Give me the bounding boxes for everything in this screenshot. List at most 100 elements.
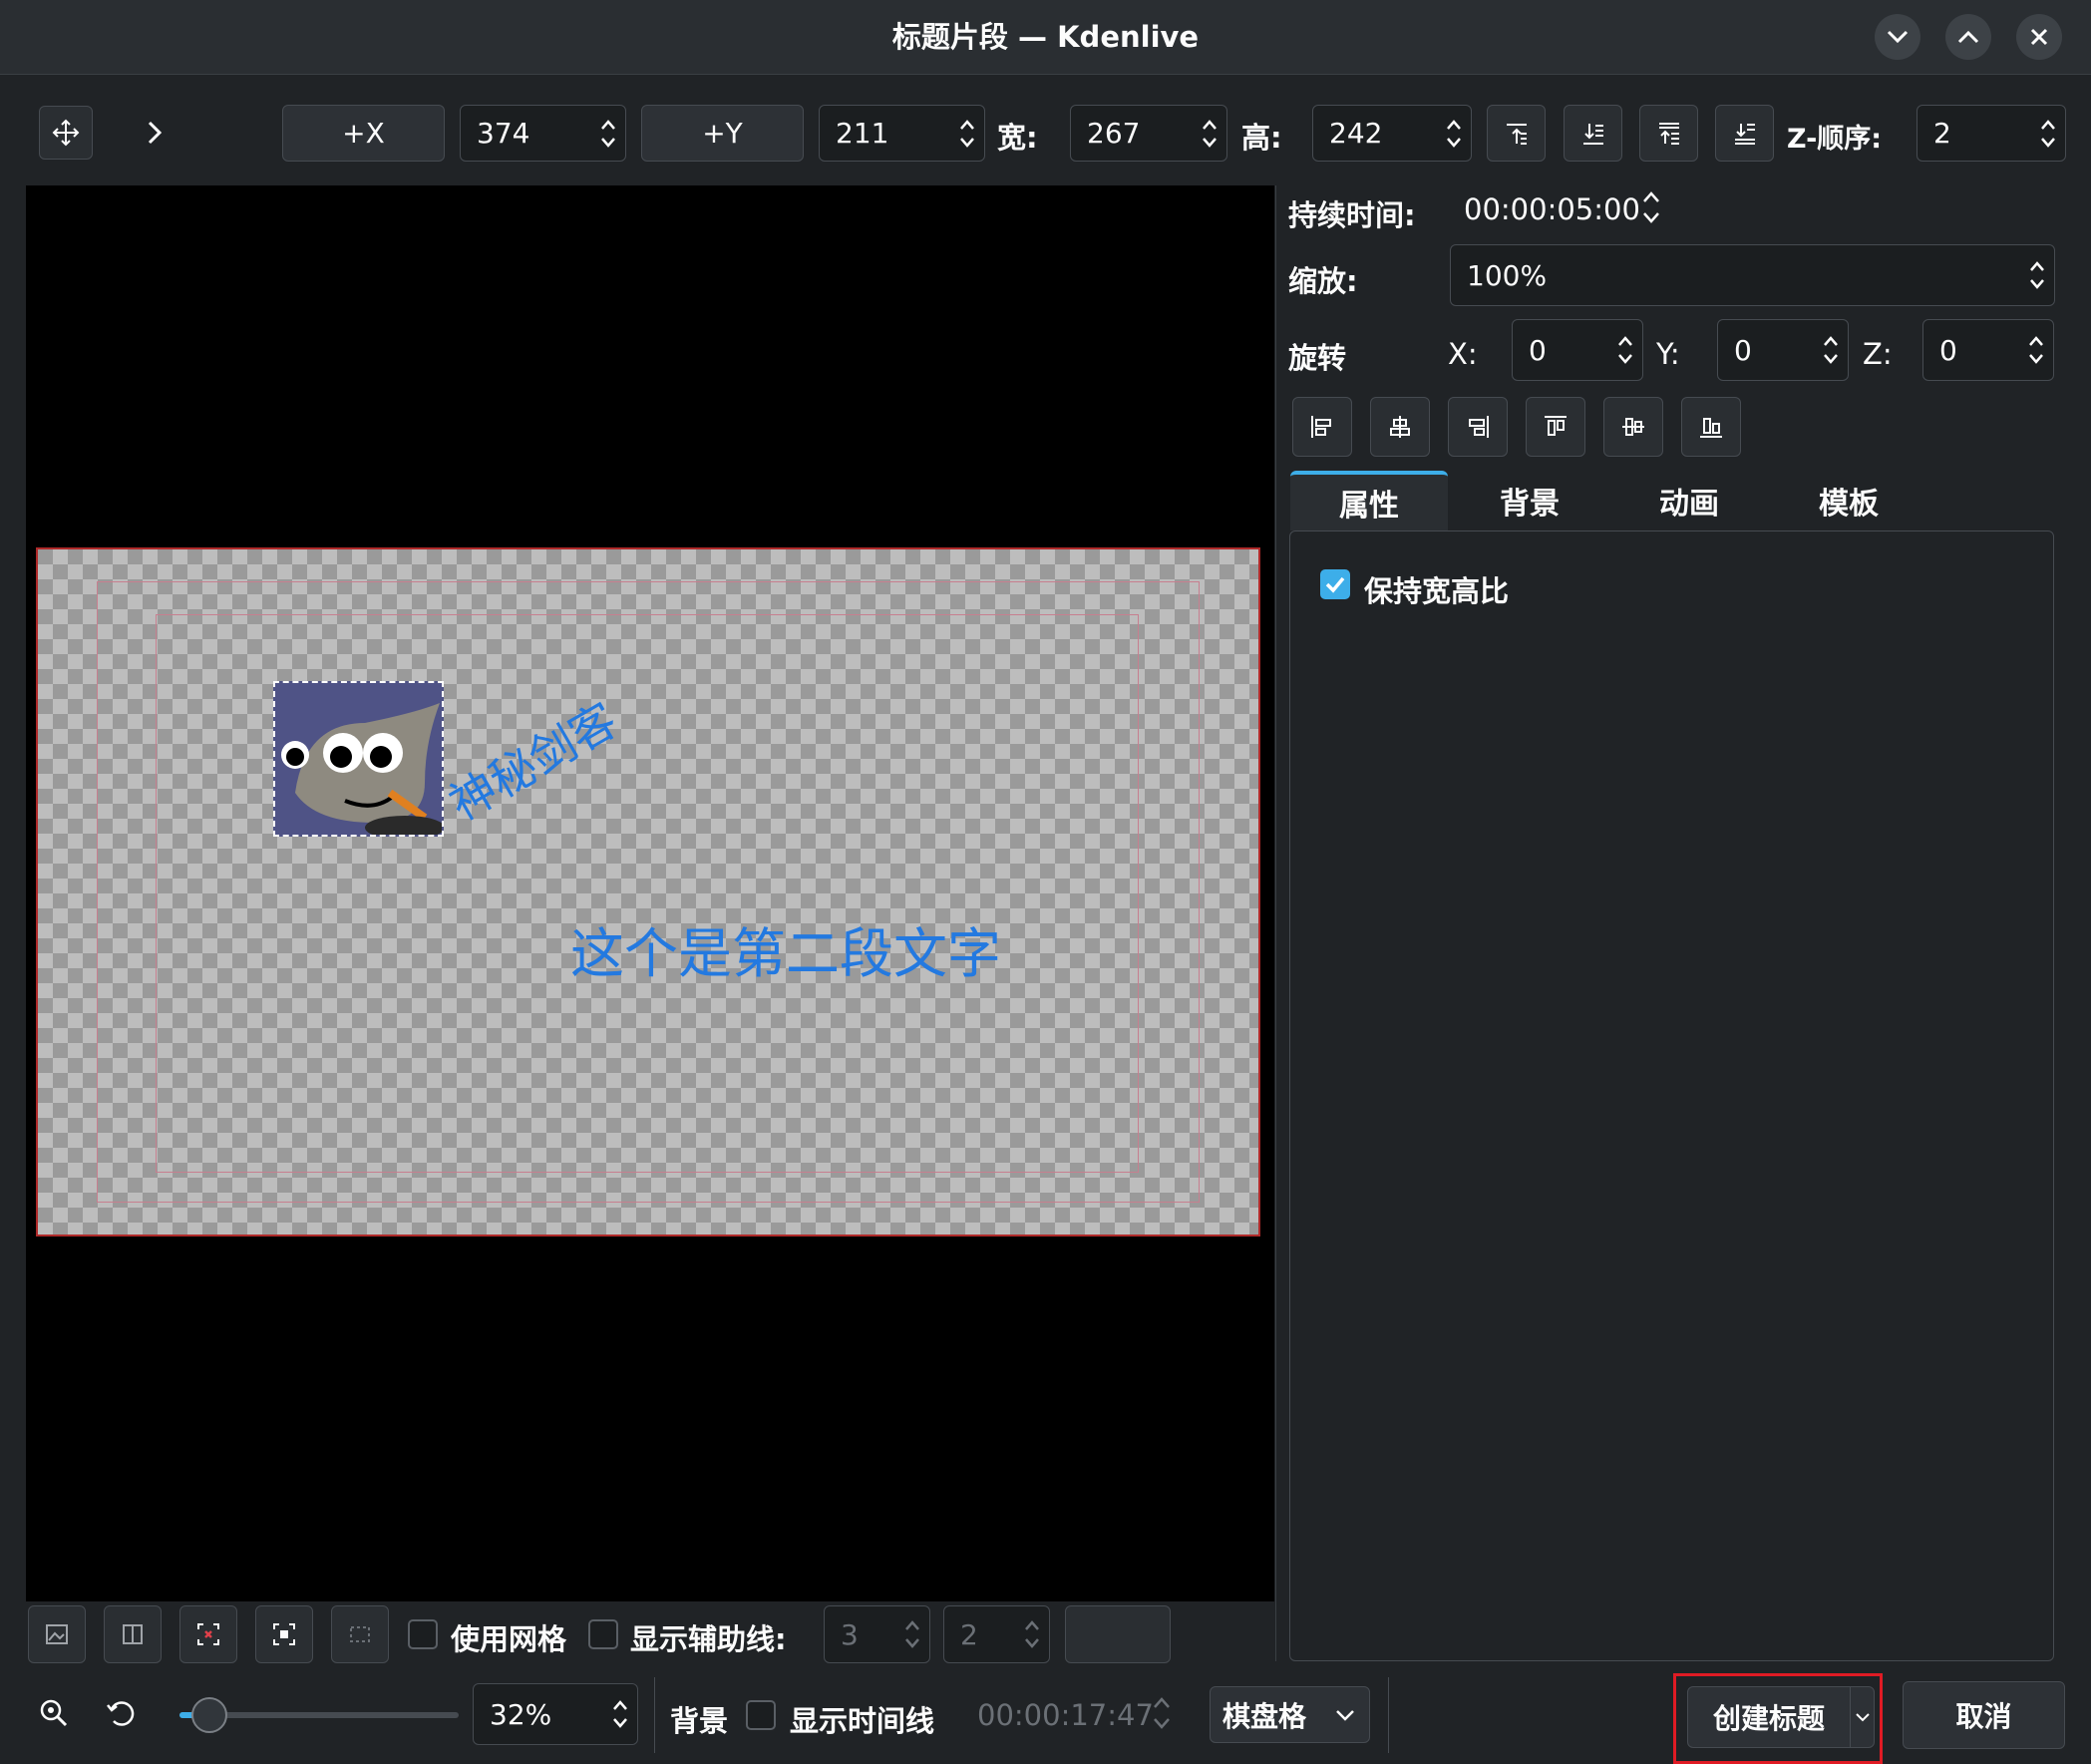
zoom-combo[interactable]: 100% bbox=[1450, 244, 2055, 306]
image-icon bbox=[46, 1624, 68, 1644]
expand-toolbar-button[interactable] bbox=[140, 118, 170, 148]
zoom-icon[interactable] bbox=[36, 1695, 72, 1735]
zoom-slider[interactable] bbox=[179, 1695, 459, 1735]
show-guides-label: 显示辅助线: bbox=[630, 1622, 787, 1656]
chevron-down-icon bbox=[1336, 1709, 1354, 1721]
spin-arrows-icon[interactable] bbox=[1437, 106, 1471, 161]
spin-arrows-icon[interactable] bbox=[895, 1606, 929, 1662]
zoom-slider-handle[interactable] bbox=[191, 1697, 228, 1733]
close-button[interactable] bbox=[2016, 14, 2062, 60]
tab-properties[interactable]: 属性 bbox=[1290, 471, 1448, 530]
minimize-button[interactable] bbox=[1875, 14, 1920, 60]
align-hcenter-icon bbox=[1390, 416, 1410, 438]
reset-zoom-icon[interactable] bbox=[104, 1695, 140, 1735]
split-view-button[interactable] bbox=[104, 1605, 162, 1663]
duration-spin-arrows-icon[interactable] bbox=[1640, 187, 1662, 231]
tab-animation[interactable]: 动画 bbox=[1610, 471, 1768, 530]
rotate-y-label: Y: bbox=[1656, 337, 1680, 371]
spin-arrows-icon[interactable] bbox=[603, 1684, 637, 1744]
spin-arrows-icon[interactable] bbox=[950, 106, 984, 161]
chevron-up-icon bbox=[1957, 30, 1979, 44]
width-label: 宽: bbox=[997, 121, 1038, 155]
rotate-x-value: 0 bbox=[1529, 333, 1547, 367]
select-all-button[interactable] bbox=[255, 1605, 313, 1663]
align-bottom-button[interactable] bbox=[1681, 397, 1741, 457]
spin-arrows-icon[interactable] bbox=[2019, 320, 2053, 380]
z-order-value: 2 bbox=[1933, 117, 1951, 150]
tab-templates[interactable]: 模板 bbox=[1770, 471, 1927, 530]
guide-color-button[interactable] bbox=[1065, 1605, 1171, 1663]
timecode-value[interactable]: 00:00:17:47 bbox=[977, 1698, 1154, 1732]
guides-vertical-value: 2 bbox=[960, 1617, 978, 1651]
send-to-back-button[interactable] bbox=[1715, 105, 1774, 162]
keep-aspect-label: 保持宽高比 bbox=[1364, 574, 1510, 608]
deselect-icon bbox=[197, 1623, 219, 1645]
bring-to-front-button[interactable] bbox=[1639, 105, 1698, 162]
text-item[interactable]: 这个是第二段文字 bbox=[570, 909, 1001, 988]
show-guides-checkbox[interactable] bbox=[588, 1619, 618, 1649]
height-label: 高: bbox=[1241, 121, 1282, 155]
rotate-x-label: X: bbox=[1448, 337, 1478, 371]
spin-arrows-icon[interactable] bbox=[2031, 106, 2065, 161]
guides-horizontal-spinbox[interactable]: 3 bbox=[824, 1605, 930, 1663]
add-image-button[interactable] bbox=[28, 1605, 86, 1663]
keep-aspect-checkbox[interactable] bbox=[1320, 569, 1350, 599]
rotate-z-spinbox[interactable]: 0 bbox=[1922, 319, 2054, 381]
x-position-value: 374 bbox=[477, 117, 530, 150]
use-grid-label: 使用网格 bbox=[451, 1622, 567, 1656]
align-right-icon bbox=[1469, 416, 1489, 438]
y-position-spinbox[interactable]: 211 bbox=[819, 105, 985, 162]
tab-panel bbox=[1289, 530, 2054, 1661]
spin-arrows-icon[interactable] bbox=[1608, 320, 1642, 380]
height-spinbox[interactable]: 242 bbox=[1312, 105, 1472, 162]
timecode-spin-arrows-icon[interactable] bbox=[1151, 1693, 1173, 1737]
send-to-back-icon bbox=[1734, 123, 1755, 145]
guides-vertical-spinbox[interactable]: 2 bbox=[943, 1605, 1050, 1663]
align-vcenter-icon bbox=[1622, 418, 1644, 436]
spin-arrows-icon[interactable] bbox=[1814, 320, 1848, 380]
origin-x-button[interactable]: +X bbox=[282, 105, 445, 162]
window-title: 标题片段 — Kdenlive bbox=[891, 20, 1200, 54]
guides-horizontal-value: 3 bbox=[841, 1617, 859, 1651]
spin-arrows-icon[interactable] bbox=[591, 106, 625, 161]
spin-arrows-icon[interactable] bbox=[1015, 1606, 1049, 1662]
raise-item-button[interactable] bbox=[1487, 105, 1546, 162]
duration-value[interactable]: 00:00:05:00 bbox=[1464, 192, 1640, 226]
panel-divider bbox=[1275, 185, 1276, 1661]
duration-label: 持续时间: bbox=[1288, 198, 1416, 232]
cancel-button[interactable]: 取消 bbox=[1903, 1681, 2065, 1749]
tab-background[interactable]: 背景 bbox=[1451, 471, 1608, 530]
spin-arrows-icon[interactable] bbox=[1193, 106, 1226, 161]
align-left-icon bbox=[1311, 416, 1331, 438]
separator bbox=[1388, 1677, 1389, 1753]
show-timeline-checkbox[interactable] bbox=[746, 1700, 776, 1730]
background-mode-combo[interactable]: 棋盘格 bbox=[1210, 1686, 1370, 1743]
lower-item-button[interactable] bbox=[1564, 105, 1622, 162]
select-tool-button[interactable] bbox=[39, 106, 93, 160]
selection-mode-button[interactable] bbox=[331, 1605, 389, 1663]
use-grid-checkbox[interactable] bbox=[408, 1619, 438, 1649]
zoom-percent-spinbox[interactable]: 32% bbox=[473, 1683, 638, 1745]
columns-icon bbox=[123, 1624, 143, 1644]
rotate-y-value: 0 bbox=[1734, 333, 1752, 367]
spin-arrows-icon[interactable] bbox=[2020, 245, 2054, 305]
align-top-icon bbox=[1545, 416, 1567, 436]
x-position-spinbox[interactable]: 374 bbox=[460, 105, 626, 162]
background-label: 背景 bbox=[670, 1704, 729, 1738]
align-top-button[interactable] bbox=[1526, 397, 1585, 457]
unselect-all-button[interactable] bbox=[179, 1605, 237, 1663]
align-vcenter-button[interactable] bbox=[1603, 397, 1663, 457]
rotate-x-spinbox[interactable]: 0 bbox=[1512, 319, 1643, 381]
mascot-image-icon bbox=[275, 683, 442, 835]
move-icon bbox=[52, 119, 80, 147]
origin-y-button[interactable]: +Y bbox=[641, 105, 804, 162]
height-value: 242 bbox=[1329, 117, 1383, 150]
width-spinbox[interactable]: 267 bbox=[1070, 105, 1227, 162]
image-item[interactable] bbox=[273, 681, 444, 837]
maximize-button[interactable] bbox=[1945, 14, 1991, 60]
align-hcenter-button[interactable] bbox=[1370, 397, 1430, 457]
align-left-button[interactable] bbox=[1292, 397, 1352, 457]
align-right-button[interactable] bbox=[1448, 397, 1508, 457]
rotate-y-spinbox[interactable]: 0 bbox=[1717, 319, 1849, 381]
z-order-spinbox[interactable]: 2 bbox=[1917, 105, 2066, 162]
